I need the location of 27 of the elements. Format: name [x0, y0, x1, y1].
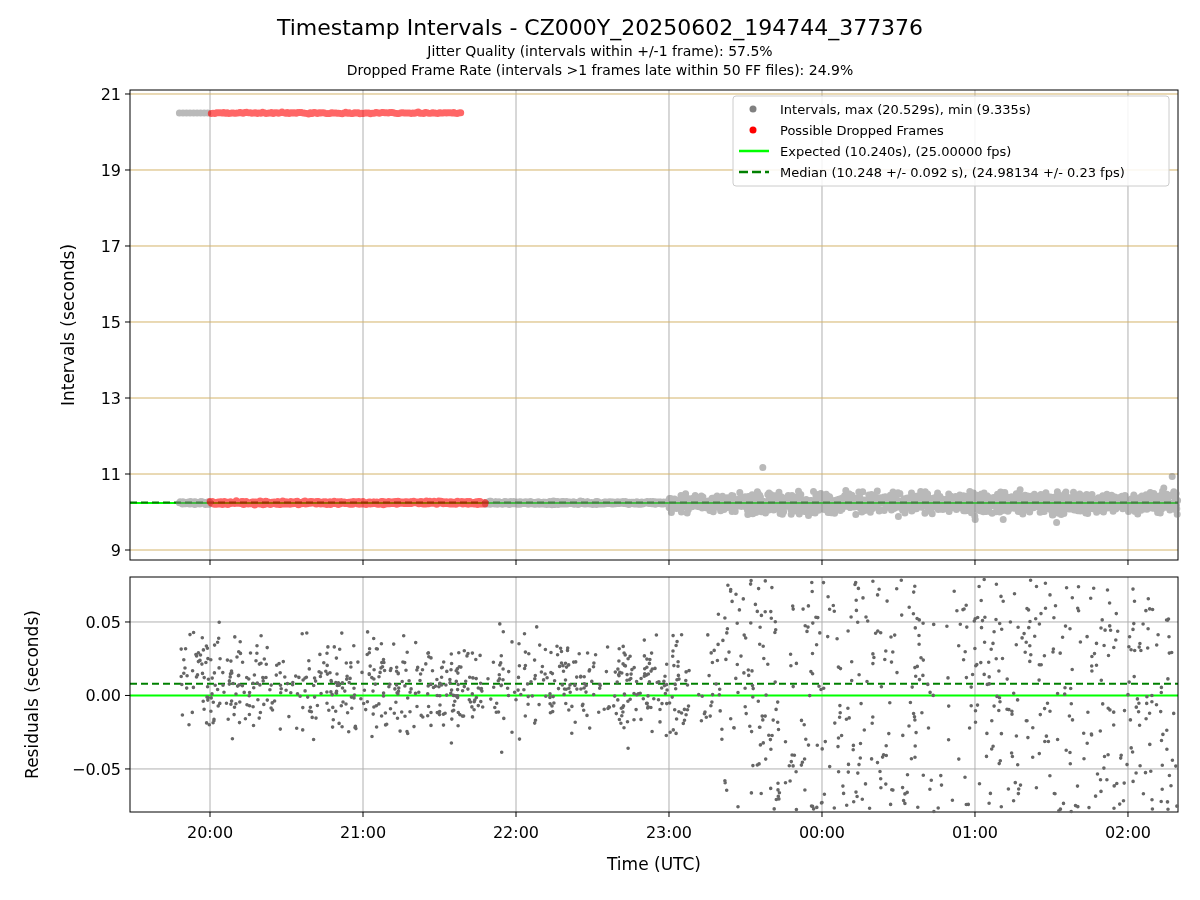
- axis-label: Residuals (seconds): [22, 610, 42, 779]
- tick-label: 23:00: [645, 823, 693, 842]
- legend-label: Possible Dropped Frames: [780, 122, 944, 138]
- axis-label: Time (UTC): [607, 854, 701, 874]
- chart-subtitle: Dropped Frame Rate (intervals >1 frames late within 50 FF files): 24.9%: [346, 61, 854, 80]
- tick-label: 19: [100, 161, 121, 180]
- tick-label: 20:00: [186, 823, 234, 842]
- tick-label: 22:00: [492, 823, 540, 842]
- legend-label: Expected (10.240s), (25.00000 fps): [780, 143, 1012, 159]
- tick-label: −0.05: [71, 759, 121, 779]
- tick-label: 0.05: [85, 612, 121, 632]
- tick-label: 0.00: [85, 686, 121, 706]
- tick-label: 15: [100, 313, 121, 332]
- legend-label: Intervals, max (20.529s), min (9.335s): [780, 101, 1031, 117]
- chart-title: Timestamp Intervals - CZ000Y_20250602_194744_377376: [276, 14, 924, 42]
- tick-label: 11: [100, 465, 121, 484]
- legend-label: Median (10.248 +/- 0.092 s), (24.98134 +/- 0.23 fps): [780, 164, 1125, 180]
- tick-label: 21:00: [339, 823, 387, 842]
- tick-label: 02:00: [1104, 823, 1152, 842]
- tick-label: 9: [110, 541, 121, 560]
- tick-label: 01:00: [951, 823, 999, 842]
- tick-label: 21: [100, 88, 121, 104]
- tick-label: 13: [100, 389, 121, 408]
- tick-label: 00:00: [798, 823, 846, 842]
- axis-label: Intervals (seconds): [58, 243, 78, 407]
- chart-subtitle: Jitter Quality (intervals within +/-1 frame): 57.5%: [427, 42, 773, 61]
- tick-label: 17: [100, 237, 121, 256]
